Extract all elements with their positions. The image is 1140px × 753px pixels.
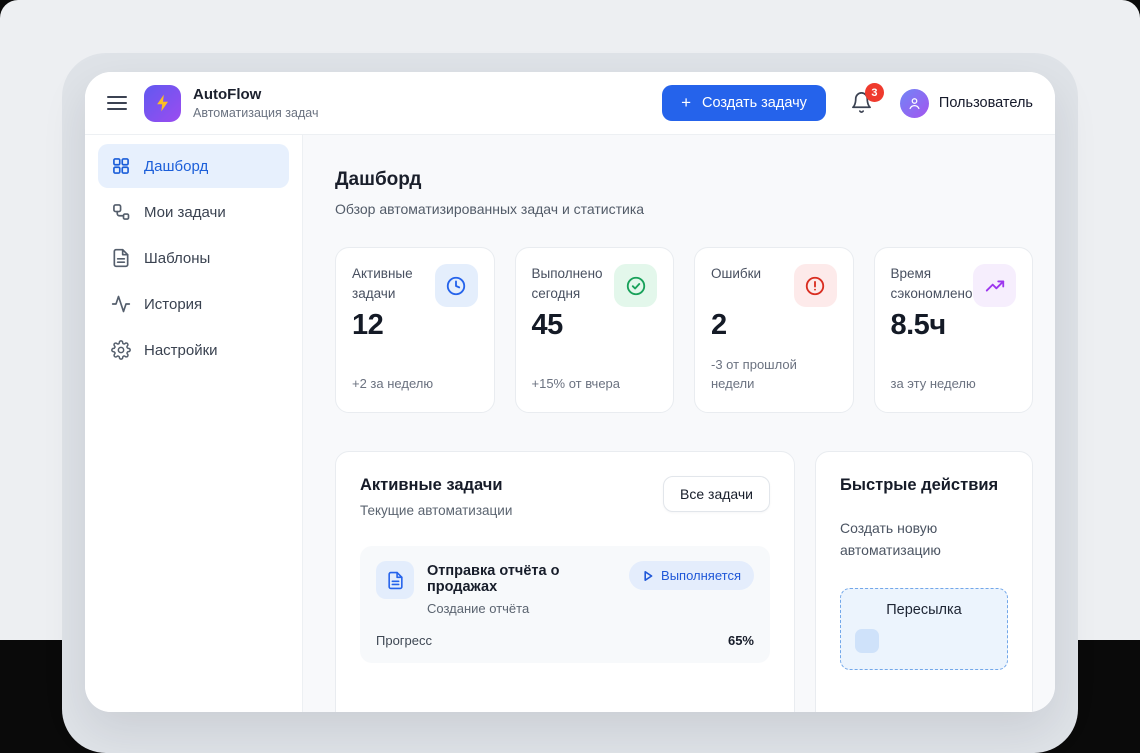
create-task-button[interactable]: + Создать задачу [662, 85, 826, 121]
stat-value: 2 [711, 309, 837, 342]
stat-label: Время сэкономлено [891, 264, 974, 303]
activity-icon [111, 294, 131, 314]
page-title: Дашборд [335, 169, 1033, 191]
stat-value: 12 [352, 309, 478, 342]
check-circle-icon [625, 275, 647, 297]
clock-icon [445, 275, 467, 297]
quick-actions-description: Создать новую автоматизацию [840, 518, 990, 561]
stat-label: Выполнено сегодня [532, 264, 615, 303]
task-status-badge[interactable]: Выполняется [629, 561, 754, 590]
sidebar-item-templates[interactable]: Шаблоны [98, 236, 289, 280]
sidebar-item-label: Дашборд [144, 158, 208, 175]
panel-subtitle: Текущие автоматизации [360, 503, 512, 518]
stat-card-time-saved: Время сэкономлено 8.5ч за эту неделю [874, 247, 1034, 413]
notifications-button[interactable]: 3 [850, 91, 874, 115]
quick-action-icon [855, 629, 879, 653]
app-header: AutoFlow Автоматизация задач + Создать з… [85, 72, 1055, 135]
main-row: Активные задачи Текущие автоматизации Вс… [335, 451, 1033, 712]
gear-icon [111, 340, 131, 360]
active-tasks-panel: Активные задачи Текущие автоматизации Вс… [335, 451, 795, 712]
notifications-count-badge: 3 [865, 83, 884, 102]
sidebar: Дашборд Мои задачи [85, 135, 303, 712]
app-body: Дашборд Мои задачи [85, 135, 1055, 712]
task-icon-box [376, 561, 414, 599]
stat-icon-box [614, 264, 657, 307]
progress-label: Прогресс [376, 633, 432, 648]
main-content: Дашборд Обзор автоматизированных задач и… [303, 135, 1055, 712]
all-tasks-button[interactable]: Все задачи [663, 476, 770, 512]
user-icon [907, 96, 922, 111]
stat-icon-box [973, 264, 1016, 307]
lightning-bolt-icon [153, 93, 173, 113]
brand-block: AutoFlow Автоматизация задач [193, 86, 318, 120]
task-text-block: Отправка отчёта о продажах Создание отчё… [427, 561, 616, 616]
stat-label: Ошибки [711, 264, 761, 284]
sidebar-item-label: Мои задачи [144, 204, 226, 221]
app-tagline: Автоматизация задач [193, 106, 318, 120]
app-window: AutoFlow Автоматизация задач + Создать з… [85, 72, 1055, 712]
stat-label: Активные задачи [352, 264, 435, 303]
stat-card-completed-today: Выполнено сегодня 45 +15% от вчера [515, 247, 675, 413]
sidebar-item-history[interactable]: История [98, 282, 289, 326]
stat-icon-box [435, 264, 478, 307]
app-logo [144, 85, 181, 122]
page-subtitle: Обзор автоматизированных задач и статист… [335, 201, 1033, 217]
document-icon [386, 571, 405, 590]
sidebar-item-label: История [144, 296, 202, 313]
task-list-item[interactable]: Отправка отчёта о продажах Создание отчё… [360, 546, 770, 663]
avatar[interactable] [900, 89, 929, 118]
sidebar-item-settings[interactable]: Настройки [98, 328, 289, 372]
plus-icon: + [681, 97, 691, 109]
document-icon [111, 248, 131, 268]
sidebar-item-dashboard[interactable]: Дашборд [98, 144, 289, 188]
play-icon [642, 570, 654, 582]
quick-actions-panel: Быстрые действия Создать новую автоматиз… [815, 451, 1033, 712]
alert-circle-icon [804, 275, 826, 297]
stat-card-errors: Ошибки 2 -3 от прошлой недели [694, 247, 854, 413]
grid-icon [111, 156, 131, 176]
app-name: AutoFlow [193, 86, 318, 103]
hamburger-menu-icon[interactable] [107, 96, 127, 110]
stat-value: 45 [532, 309, 658, 342]
stat-card-active-tasks: Активные задачи 12 +2 за неделю [335, 247, 495, 413]
quick-actions-title: Быстрые действия [840, 476, 1008, 495]
task-progress-row: Прогресс 65% [376, 633, 754, 648]
stat-footnote: -3 от прошлой недели [711, 356, 837, 396]
stats-row: Активные задачи 12 +2 за неделю [335, 247, 1033, 413]
quick-action-label: Пересылка [886, 602, 961, 618]
screen: AutoFlow Автоматизация задач + Создать з… [0, 0, 1140, 640]
task-title: Отправка отчёта о продажах [427, 561, 616, 595]
task-status-label: Выполняется [661, 568, 741, 583]
create-task-button-label: Создать задачу [702, 95, 807, 111]
quick-action-forwarding-button[interactable]: Пересылка [840, 588, 1008, 670]
task-subtitle: Создание отчёта [427, 601, 616, 616]
stat-icon-box [794, 264, 837, 307]
stat-footnote: за эту неделю [891, 375, 1017, 396]
active-tasks-heading: Активные задачи Текущие автоматизации [360, 476, 512, 518]
stat-footnote: +2 за неделю [352, 375, 478, 396]
panel-title: Активные задачи [360, 476, 512, 495]
stat-footnote: +15% от вчера [532, 375, 658, 396]
sidebar-item-label: Шаблоны [144, 250, 210, 267]
sidebar-item-my-tasks[interactable]: Мои задачи [98, 190, 289, 234]
workflow-icon [111, 202, 131, 222]
sidebar-item-label: Настройки [144, 342, 218, 359]
trending-up-icon [984, 275, 1006, 297]
user-name: Пользователь [939, 95, 1033, 111]
stat-value: 8.5ч [891, 309, 1017, 342]
progress-value: 65% [728, 633, 754, 648]
